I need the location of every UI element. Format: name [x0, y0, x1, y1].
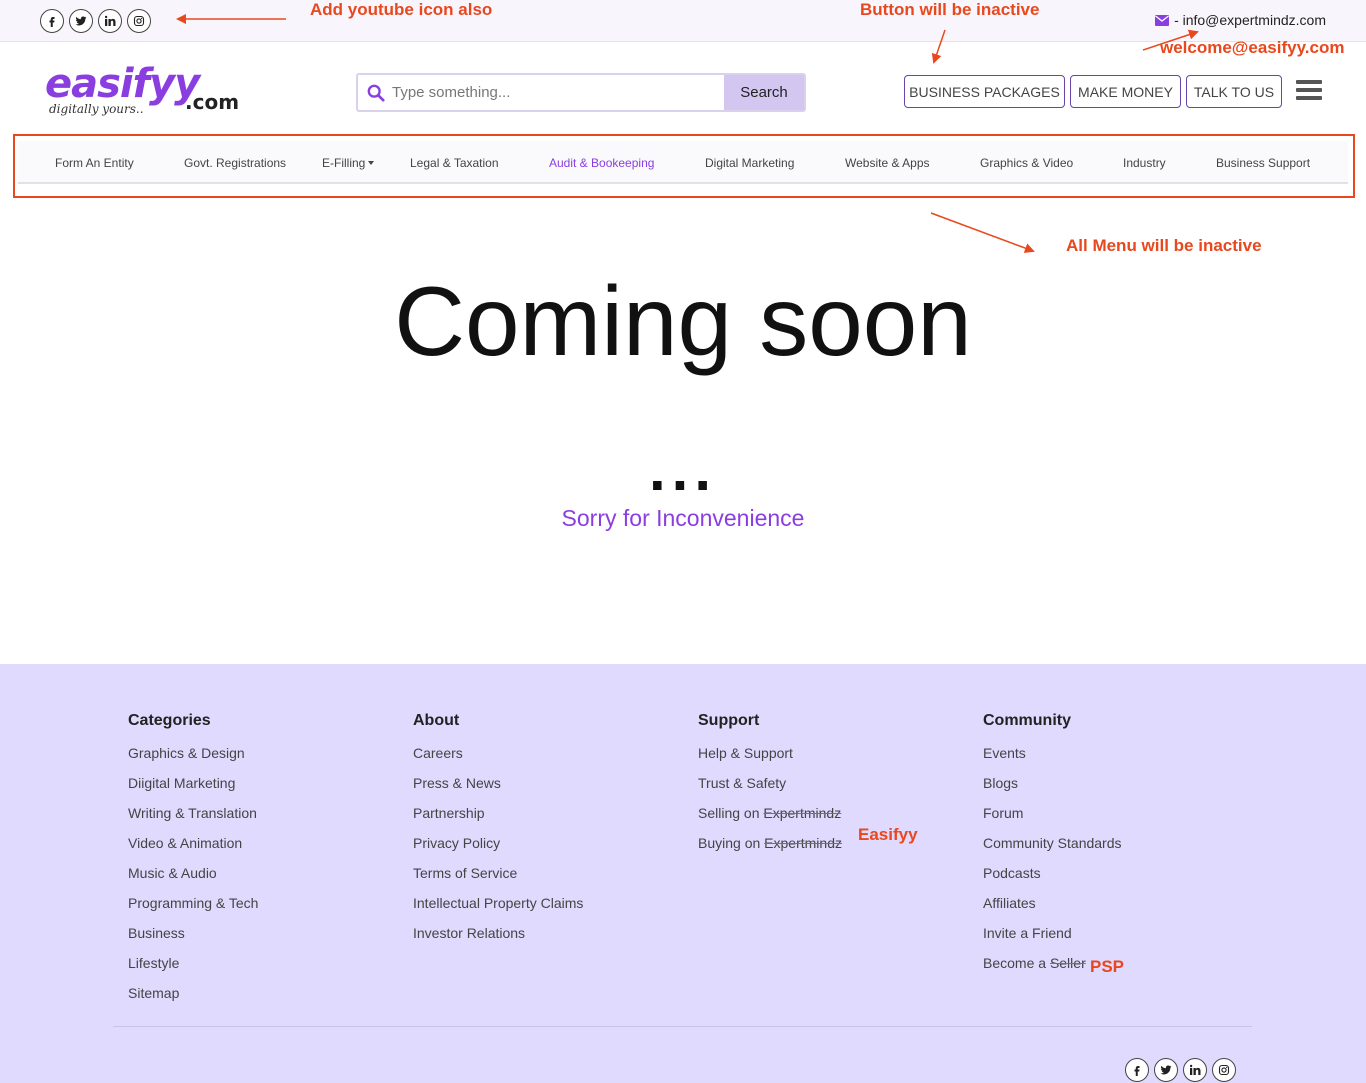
- footer-link[interactable]: Podcasts: [983, 865, 1122, 895]
- envelope-icon: [1155, 14, 1170, 26]
- facebook-icon[interactable]: [1125, 1058, 1149, 1082]
- make-money-button[interactable]: MAKE MONEY: [1070, 75, 1181, 108]
- footer-link[interactable]: Careers: [413, 745, 583, 775]
- footer-link[interactable]: Affiliates: [983, 895, 1122, 925]
- footer-link[interactable]: Business: [128, 925, 258, 955]
- buying-prefix: Buying on: [698, 835, 765, 851]
- footer-link[interactable]: Writing & Translation: [128, 805, 258, 835]
- footer-heading: About: [413, 712, 460, 729]
- annotation-youtube: Add youtube icon also: [310, 0, 493, 19]
- logo-tagline: digitally yours..: [49, 102, 144, 116]
- footer-link-selling[interactable]: Selling on Expertmindz: [698, 805, 842, 835]
- footer-link[interactable]: Programming & Tech: [128, 895, 258, 925]
- footer-link[interactable]: Partnership: [413, 805, 583, 835]
- footer-link[interactable]: Forum: [983, 805, 1122, 835]
- footer-heading: Community: [983, 712, 1071, 729]
- footer-link[interactable]: Blogs: [983, 775, 1122, 805]
- search-input[interactable]: [388, 75, 724, 110]
- top-social-links: [40, 9, 151, 33]
- selling-prefix: Selling on: [698, 805, 764, 821]
- footer-link[interactable]: Events: [983, 745, 1122, 775]
- contact-email[interactable]: - info@expertmindz.com: [1155, 12, 1326, 28]
- footer-link[interactable]: Terms of Service: [413, 865, 583, 895]
- footer-link[interactable]: Sitemap: [128, 985, 258, 1015]
- instagram-icon[interactable]: [1212, 1058, 1236, 1082]
- footer-column-community: Community Events Blogs Forum Community S…: [983, 712, 1122, 985]
- footer-column-support: Support Help & Support Trust & Safety Se…: [698, 712, 842, 865]
- site-logo[interactable]: easifyy .com digitally yours..: [45, 62, 245, 122]
- footer-link[interactable]: Trust & Safety: [698, 775, 842, 805]
- footer-link[interactable]: Diigital Marketing: [128, 775, 258, 805]
- menu-highlight-box: [13, 134, 1355, 198]
- footer-link[interactable]: Investor Relations: [413, 925, 583, 955]
- linkedin-icon[interactable]: [98, 9, 122, 33]
- footer-column-categories: Categories Graphics & Design Diigital Ma…: [128, 712, 258, 1015]
- struck-word: Seller: [1049, 955, 1086, 971]
- footer-link[interactable]: Community Standards: [983, 835, 1122, 865]
- footer-link[interactable]: Video & Animation: [128, 835, 258, 865]
- logo-suffix: .com: [185, 90, 240, 114]
- linkedin-icon[interactable]: [1183, 1058, 1207, 1082]
- become-prefix: Become a: [983, 955, 1050, 971]
- site-footer: Categories Graphics & Design Diigital Ma…: [0, 664, 1366, 1083]
- hamburger-icon[interactable]: [1296, 80, 1322, 100]
- footer-divider: [113, 1026, 1252, 1027]
- footer-link[interactable]: Privacy Policy: [413, 835, 583, 865]
- footer-link-buying[interactable]: Buying on Expertmindz: [698, 835, 842, 865]
- annotation-email-replace: welcome@easifyy.com: [1160, 38, 1345, 57]
- footer-column-about: About Careers Press & News Partnership P…: [413, 712, 583, 955]
- footer-link[interactable]: Invite a Friend: [983, 925, 1122, 955]
- footer-link[interactable]: Intellectual Property Claims: [413, 895, 583, 925]
- footer-link[interactable]: Lifestyle: [128, 955, 258, 985]
- facebook-icon[interactable]: [40, 9, 64, 33]
- business-packages-button[interactable]: BUSINESS PACKAGES: [904, 75, 1065, 108]
- footer-heading: Support: [698, 712, 760, 729]
- footer-social-links: [1125, 1058, 1236, 1082]
- struck-brand: Expertmindz: [764, 835, 842, 851]
- page-subtitle: Sorry for Inconvenience: [561, 505, 805, 531]
- annotation-button-inactive: Button will be inactive: [860, 0, 1040, 19]
- footer-link[interactable]: Graphics & Design: [128, 745, 258, 775]
- logo-text: easifyy: [45, 61, 200, 107]
- footer-link[interactable]: Press & News: [413, 775, 583, 805]
- search-bar: Search: [356, 73, 806, 112]
- email-text: - info@expertmindz.com: [1174, 12, 1326, 28]
- top-bar: - info@expertmindz.com: [0, 0, 1366, 42]
- struck-brand: Expertmindz: [763, 805, 842, 821]
- footer-link[interactable]: Music & Audio: [128, 865, 258, 895]
- instagram-icon[interactable]: [127, 9, 151, 33]
- footer-heading: Categories: [128, 712, 211, 729]
- twitter-icon[interactable]: [1154, 1058, 1178, 1082]
- search-icon: [358, 75, 388, 110]
- footer-link[interactable]: Help & Support: [698, 745, 842, 775]
- search-button[interactable]: Search: [724, 75, 804, 110]
- annotation-easifyy: Easifyy: [858, 825, 918, 844]
- talk-to-us-button[interactable]: TALK TO US: [1186, 75, 1282, 108]
- annotation-psp: PSP: [1090, 957, 1125, 976]
- page-title: Coming soon: [394, 266, 972, 376]
- twitter-icon[interactable]: [69, 9, 93, 33]
- ellipsis: ...: [648, 436, 717, 503]
- annotation-menu-inactive: All Menu will be inactive: [1066, 236, 1262, 255]
